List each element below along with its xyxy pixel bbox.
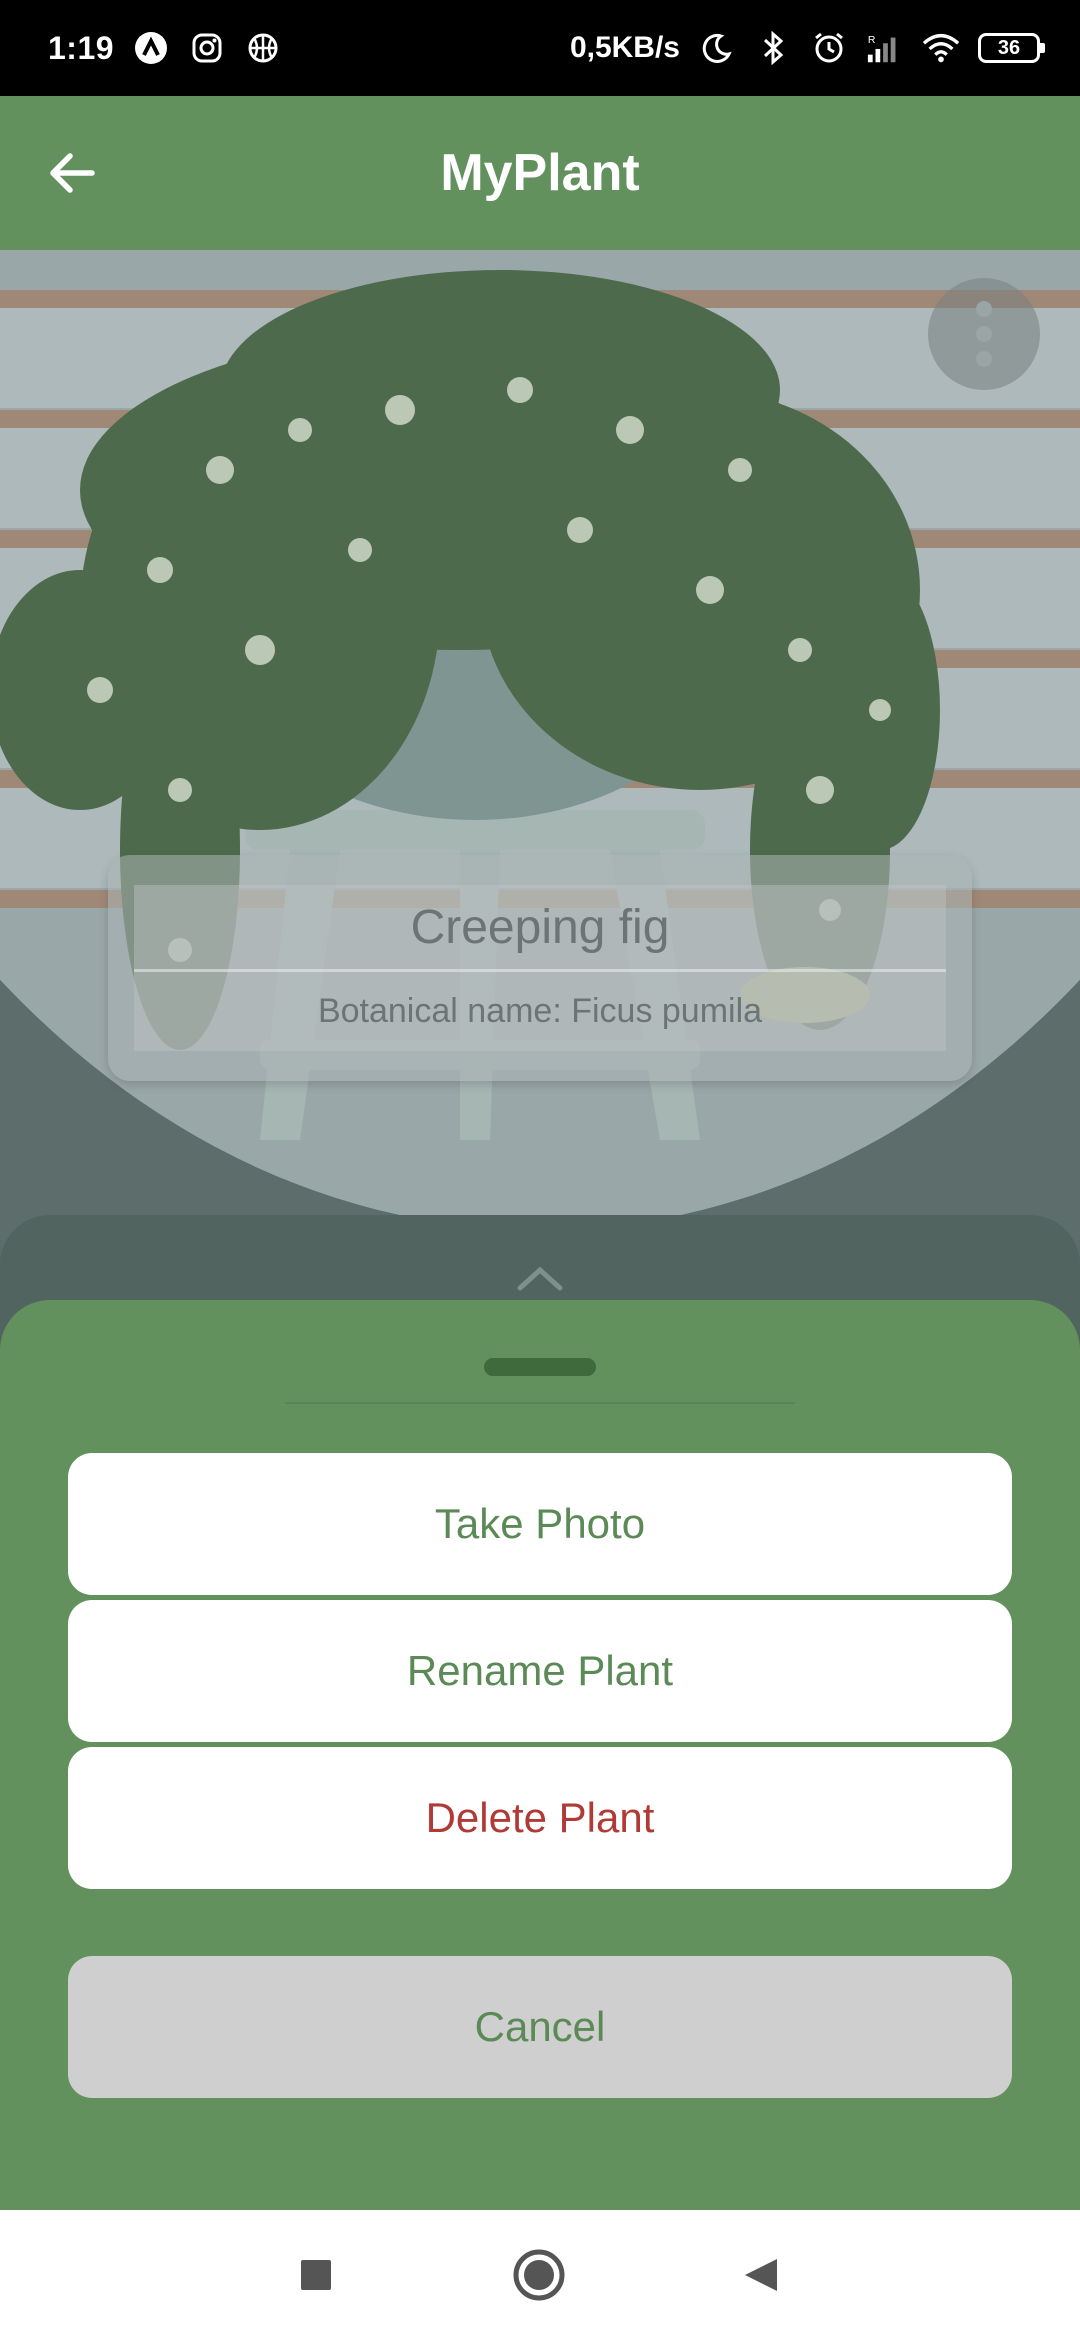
more-vertical-icon (976, 301, 992, 367)
plant-photo[interactable] (0, 250, 1080, 1230)
chevron-up-icon[interactable] (510, 1258, 570, 1298)
navigation-bar (0, 2210, 1080, 2340)
instagram-icon (188, 29, 226, 67)
sheet-divider (285, 1402, 795, 1404)
bluetooth-icon (754, 29, 792, 67)
back-nav-button[interactable] (733, 2247, 789, 2303)
battery-icon: 36 (978, 33, 1045, 63)
arrow-left-icon (50, 153, 95, 193)
botanical-name: Botanical name: Ficus pumila (317, 992, 763, 1030)
rename-plant-button[interactable]: Rename Plant (68, 1600, 1012, 1742)
action-sheet: Take Photo Rename Plant Delete Plant Can… (0, 1300, 1080, 2210)
moon-icon (698, 29, 736, 67)
home-button[interactable] (511, 2247, 567, 2303)
delete-plant-button[interactable]: Delete Plant (68, 1747, 1012, 1889)
alarm-icon (810, 29, 848, 67)
back-triangle-icon (745, 2259, 777, 2291)
back-button[interactable] (40, 141, 104, 205)
signal-icon: R (866, 29, 904, 67)
page-title: MyPlant (440, 144, 640, 202)
take-photo-button[interactable]: Take Photo (68, 1453, 1012, 1595)
wifi-icon (922, 29, 960, 67)
plant-name[interactable]: Creeping fig (134, 885, 946, 972)
more-options-button[interactable] (928, 278, 1040, 390)
status-bar: 1:19 0,5KB/s R 36 (0, 0, 1080, 96)
status-time: 1:19 (48, 29, 115, 66)
recents-button[interactable] (288, 2247, 344, 2303)
home-circle-icon (513, 2249, 565, 2301)
plant-photo-area (0, 250, 1080, 1250)
plant-name-card: Creeping fig Botanical name: Ficus pumil… (108, 855, 972, 1081)
plant-image (0, 250, 1080, 1230)
plant-name-inner: Creeping fig Botanical name: Ficus pumil… (134, 885, 946, 1051)
app-bar: MyPlant (0, 96, 1080, 250)
status-right: 0,5KB/s R 36 (569, 29, 1045, 67)
sheet-handle[interactable] (484, 1358, 596, 1376)
cancel-button[interactable]: Cancel (68, 1956, 1012, 2098)
svg-text:R: R (868, 35, 876, 46)
recents-square-icon (301, 2260, 331, 2290)
a-icon (132, 29, 170, 67)
network-speed: 0,5KB/s (569, 31, 680, 64)
status-left: 1:19 (48, 29, 282, 67)
basketball-icon (244, 29, 282, 67)
